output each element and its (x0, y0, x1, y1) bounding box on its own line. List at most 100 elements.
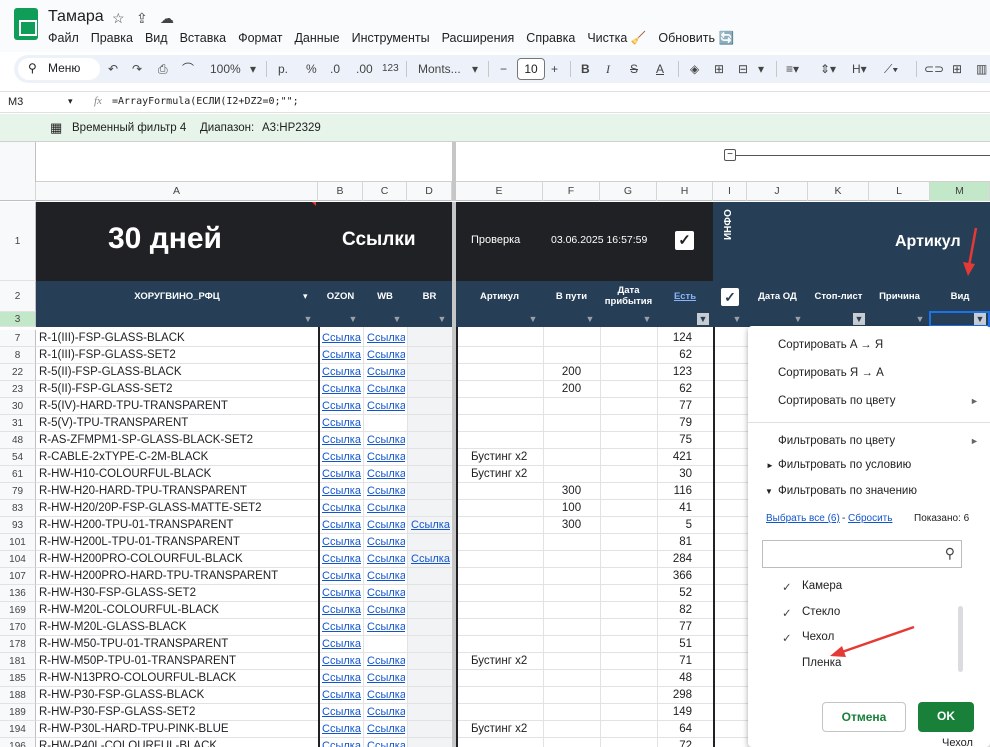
in-transit-cell[interactable] (543, 721, 600, 738)
article-cell[interactable] (471, 602, 543, 619)
link-cell-b[interactable]: Ссылка (322, 347, 361, 364)
in-transit-cell[interactable]: 200 (543, 381, 600, 398)
font-size-increase-button[interactable]: + (551, 60, 558, 78)
article-cell[interactable] (471, 568, 543, 585)
percent-format-button[interactable]: % (306, 60, 317, 78)
link-cell-d[interactable] (411, 500, 450, 517)
row-number[interactable]: 178 (0, 636, 36, 653)
link-cell-c[interactable]: Ссылка (367, 330, 405, 347)
article-cell[interactable]: Бустинг x2 (471, 653, 543, 670)
formula-input[interactable]: =ArrayFormula(ЕСЛИ(I2+DZ2=0;""; (112, 96, 299, 107)
sku-cell[interactable]: R-5(II)-FSP-GLASS-SET2 (39, 381, 315, 398)
stock-cell[interactable]: 72 (657, 738, 692, 747)
link-cell-c[interactable]: Ссылка (367, 500, 405, 517)
article-cell[interactable]: Бустинг x2 (471, 449, 543, 466)
filter-icon[interactable]: ▼ (584, 313, 596, 325)
stock-cell[interactable]: 62 (657, 347, 692, 364)
row-number[interactable]: 79 (0, 483, 36, 500)
link-cell-b[interactable]: Ссылка (322, 738, 361, 747)
filter-search-input[interactable]: ⚲ (762, 540, 962, 568)
link-cell-b[interactable]: Ссылка (322, 721, 361, 738)
text-color-icon[interactable]: A (656, 60, 664, 78)
column-header-m[interactable]: M (930, 182, 990, 201)
column-header-k[interactable]: K (808, 182, 869, 201)
row-number[interactable]: 54 (0, 449, 36, 466)
link-cell-c[interactable]: Ссылка (367, 534, 405, 551)
menu-item-1[interactable]: Правка (85, 31, 139, 46)
link-cell-d[interactable] (411, 398, 450, 415)
text-rotation-icon[interactable]: ⟋▾ (884, 60, 898, 78)
row-number[interactable]: 194 (0, 721, 36, 738)
link-cell-b[interactable]: Ссылка (322, 619, 361, 636)
ok-button[interactable]: OK (918, 702, 974, 732)
row-number[interactable]: 101 (0, 534, 36, 551)
filter-by-value-option[interactable]: Фильтровать по значению (778, 485, 917, 497)
filter-value-option[interactable]: Стекло (802, 606, 840, 618)
link-cell-c[interactable]: Ссылка (367, 466, 405, 483)
sku-cell[interactable]: R-1(III)-FSP-GLASS-BLACK (39, 330, 315, 347)
link-cell-b[interactable]: Ссылка (322, 551, 361, 568)
sku-cell[interactable]: R-HW-H20-HARD-TPU-TRANSPARENT (39, 483, 315, 500)
select-all-link[interactable]: Выбрать все (6) (766, 513, 840, 524)
stock-cell[interactable]: 51 (657, 636, 692, 653)
in-transit-cell[interactable] (543, 585, 600, 602)
article-cell[interactable] (471, 432, 543, 449)
link-cell-b[interactable]: Ссылка (322, 636, 361, 653)
stock-cell[interactable]: 298 (657, 687, 692, 704)
row-number[interactable]: 196 (0, 738, 36, 747)
link-cell-b[interactable]: Ссылка (322, 398, 361, 415)
link-cell-b[interactable]: Ссылка (322, 483, 361, 500)
in-transit-cell[interactable] (543, 415, 600, 432)
filter-icon[interactable]: ▼ (731, 313, 743, 325)
link-cell-c[interactable]: Ссылка (367, 568, 405, 585)
link-cell-b[interactable]: Ссылка (322, 670, 361, 687)
link-cell-d[interactable] (411, 636, 450, 653)
link-cell-d[interactable] (411, 483, 450, 500)
stock-cell[interactable]: 124 (657, 330, 692, 347)
in-transit-cell[interactable] (543, 534, 600, 551)
link-cell-d[interactable] (411, 721, 450, 738)
link-cell-c[interactable]: Ссылка (367, 449, 405, 466)
link-cell-b[interactable]: Ссылка (322, 653, 361, 670)
filter-by-color-option[interactable]: Фильтровать по цвету (778, 435, 895, 447)
font-select[interactable]: Monts... (418, 60, 461, 78)
link-cell-d[interactable] (411, 670, 450, 687)
sku-cell[interactable]: R-HW-P30-FSP-GLASS-BLACK (39, 687, 315, 704)
number-format-button[interactable]: 123 (382, 60, 399, 78)
link-cell-d[interactable] (411, 415, 450, 432)
article-cell[interactable] (471, 330, 543, 347)
filter-view-name[interactable]: Временный фильтр 4 (72, 122, 186, 134)
strikethrough-icon[interactable]: S (630, 60, 638, 78)
article-cell[interactable] (471, 704, 543, 721)
article-cell[interactable] (471, 500, 543, 517)
link-cell-c[interactable]: Ссылка (367, 619, 405, 636)
column-header-e[interactable]: E (456, 182, 543, 201)
in-transit-cell[interactable] (543, 449, 600, 466)
sku-cell[interactable]: R-5(IV)-HARD-TPU-TRANSPARENT (39, 398, 315, 415)
stock-cell[interactable]: 30 (657, 466, 692, 483)
menu-item-0[interactable]: Файл (42, 31, 85, 46)
stock-cell[interactable]: 62 (657, 381, 692, 398)
chevron-down-icon[interactable]: ▾ (250, 60, 256, 78)
link-cell-d[interactable] (411, 330, 450, 347)
comment-icon[interactable]: ⊞ (952, 60, 962, 78)
stock-cell[interactable]: 52 (657, 585, 692, 602)
sort-by-color-option[interactable]: Сортировать по цвету (778, 395, 895, 407)
in-transit-cell[interactable] (543, 347, 600, 364)
menu-item-5[interactable]: Данные (288, 31, 345, 46)
stock-cell[interactable]: 64 (657, 721, 692, 738)
redo-icon[interactable]: ↷ (132, 60, 142, 78)
filter-icon[interactable]: ▼ (347, 313, 359, 325)
sku-cell[interactable]: R-HW-H200-TPU-01-TRANSPARENT (39, 517, 315, 534)
column-header-c[interactable]: C (363, 182, 407, 201)
in-transit-cell[interactable]: 100 (543, 500, 600, 517)
stock-cell[interactable]: 81 (657, 534, 692, 551)
article-cell[interactable] (471, 347, 543, 364)
filter-by-condition-option[interactable]: Фильтровать по условию (778, 459, 911, 471)
sort-az-option[interactable]: Сортировать A → Я (778, 339, 883, 351)
link-cell-c[interactable]: Ссылка (367, 517, 405, 534)
stock-cell[interactable]: 5 (657, 517, 692, 534)
sku-cell[interactable]: R-HW-P30L-HARD-TPU-PINK-BLUE (39, 721, 315, 738)
article-cell[interactable] (471, 483, 543, 500)
menu-item-4[interactable]: Формат (232, 31, 288, 46)
